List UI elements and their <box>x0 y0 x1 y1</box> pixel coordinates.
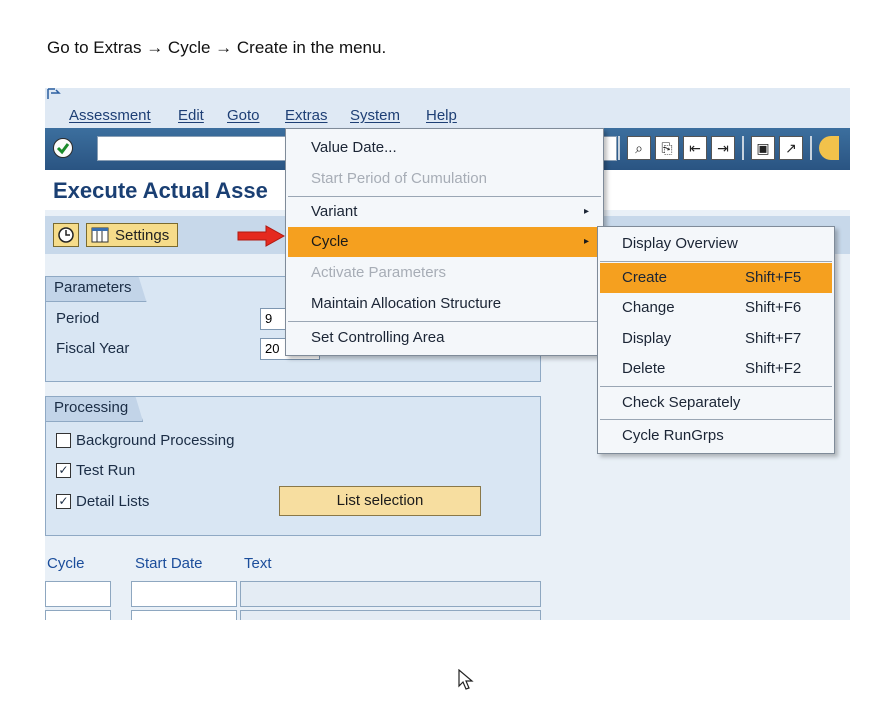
menu-assessment[interactable]: Assessment <box>69 107 151 124</box>
first-page-icon[interactable]: ⇤ <box>683 136 707 160</box>
processing-group: Processing Background Processing ✓ Test … <box>45 396 541 536</box>
test-run-checkbox[interactable]: ✓ <box>56 463 71 478</box>
submenu-item-label: Delete <box>622 360 666 377</box>
enter-icon[interactable] <box>53 138 73 158</box>
submenu-item-shortcut: Shift+F6 <box>745 299 802 316</box>
toolbar-icons: ⌕ ⎘ ⇤ ⇥ ▣ ↗ <box>615 136 839 162</box>
menu-item-variant[interactable]: Variant ▸ <box>288 197 601 227</box>
menu-separator <box>600 419 832 420</box>
submenu-item-display-overview[interactable]: Display Overview <box>600 229 832 259</box>
execute-button[interactable] <box>53 223 79 247</box>
submenu-item-shortcut: Shift+F5 <box>745 269 802 286</box>
test-run-row[interactable]: ✓ Test Run <box>56 462 135 479</box>
submenu-item-label: Display Overview <box>622 235 738 252</box>
column-header-start-date: Start Date <box>135 555 203 572</box>
last-page-icon[interactable]: ⇥ <box>711 136 735 160</box>
toolbar-separator <box>742 136 744 160</box>
cycle-cell[interactable] <box>45 610 111 620</box>
red-arrow-icon <box>237 225 286 247</box>
toolbar-separator <box>618 136 620 160</box>
cycle-cell[interactable] <box>45 581 111 607</box>
menu-item-label: Start Period of Cumulation <box>311 170 487 187</box>
menu-bar: Assessment Edit Goto Extras System Help <box>45 88 850 128</box>
submenu-item-shortcut: Shift+F7 <box>745 330 802 347</box>
submenu-item-label: Cycle RunGrps <box>622 427 724 444</box>
menu-separator <box>288 321 601 322</box>
submenu-item-delete[interactable]: Delete Shift+F2 <box>600 354 832 384</box>
menu-system[interactable]: System <box>350 107 400 124</box>
background-processing-label: Background Processing <box>76 432 235 449</box>
menu-item-value-date[interactable]: Value Date... <box>288 133 601 163</box>
cycle-submenu: Display Overview Create Shift+F5 Change Sh… <box>597 226 835 454</box>
shortcut-icon[interactable]: ↗ <box>779 136 803 160</box>
column-header-text: Text <box>244 555 272 572</box>
toolbar-separator <box>810 136 812 160</box>
detail-lists-row[interactable]: ✓ Detail Lists <box>56 493 149 510</box>
find-next-icon[interactable]: ⎘ <box>655 136 679 160</box>
submenu-item-label: Check Separately <box>622 394 741 411</box>
instruction-text: Go to Extras → Cycle → Create in the men… <box>47 38 387 57</box>
submenu-arrow-icon: ▸ <box>583 206 589 217</box>
start-date-cell[interactable] <box>131 581 237 607</box>
menu-item-maintain-allocation[interactable]: Maintain Allocation Structure <box>288 289 601 319</box>
execute-icon <box>58 227 74 243</box>
extras-dropdown-menu: Value Date... Start Period of Cumulation… <box>285 128 604 356</box>
text-cell <box>240 610 541 620</box>
menu-item-label: Value Date... <box>311 139 397 156</box>
menu-item-label: Variant <box>311 203 358 220</box>
background-processing-checkbox[interactable] <box>56 433 71 448</box>
submenu-arrow-icon: ▸ <box>583 236 589 247</box>
new-session-icon[interactable]: ▣ <box>751 136 775 160</box>
settings-label: Settings <box>115 226 170 244</box>
parameters-group-label: Parameters <box>45 276 147 302</box>
processing-group-label: Processing <box>45 396 144 422</box>
menu-item-cycle[interactable]: Cycle ▸ <box>288 227 601 257</box>
submenu-item-change[interactable]: Change Shift+F6 <box>600 293 832 323</box>
text-cell <box>240 581 541 607</box>
menu-edit[interactable]: Edit <box>178 107 204 124</box>
background-processing-row[interactable]: Background Processing <box>56 432 234 449</box>
page-title: Execute Actual Asse <box>53 178 268 203</box>
menu-item-start-period: Start Period of Cumulation <box>288 164 601 194</box>
find-icon[interactable]: ⌕ <box>627 136 651 160</box>
help-icon[interactable] <box>819 136 839 160</box>
submenu-item-label: Change <box>622 299 675 316</box>
submenu-item-label: Create <box>622 269 668 286</box>
submenu-item-create[interactable]: Create Shift+F5 <box>600 263 832 293</box>
list-selection-button[interactable]: List selection <box>279 486 481 516</box>
submenu-item-check-separately[interactable]: Check Separately <box>600 388 832 418</box>
submenu-item-shortcut: Shift+F2 <box>745 360 802 377</box>
submenu-item-display[interactable]: Display Shift+F7 <box>600 324 832 354</box>
menu-extras[interactable]: Extras <box>285 107 328 124</box>
submenu-item-cycle-rungrps[interactable]: Cycle RunGrps <box>600 421 832 451</box>
settings-icon <box>91 227 109 243</box>
menu-item-activate-parameters: Activate Parameters <box>288 258 601 288</box>
mouse-cursor-icon <box>458 669 474 690</box>
menu-item-label: Maintain Allocation Structure <box>311 295 502 312</box>
menu-item-label: Set Controlling Area <box>311 329 445 346</box>
detail-lists-label: Detail Lists <box>76 493 150 510</box>
period-label: Period <box>56 310 100 327</box>
test-run-label: Test Run <box>76 462 136 479</box>
menu-item-label: Activate Parameters <box>311 264 447 281</box>
fiscal-year-label: Fiscal Year <box>56 340 130 357</box>
start-date-cell[interactable] <box>131 610 237 620</box>
submenu-item-label: Display <box>622 330 672 347</box>
sap-menu-icon[interactable] <box>47 88 61 100</box>
menu-item-label: Cycle <box>311 233 349 250</box>
menu-separator <box>600 386 832 387</box>
menu-item-set-controlling-area[interactable]: Set Controlling Area <box>288 323 601 353</box>
menu-separator <box>600 261 832 262</box>
detail-lists-checkbox[interactable]: ✓ <box>56 494 71 509</box>
menu-help[interactable]: Help <box>426 107 457 124</box>
menu-goto[interactable]: Goto <box>227 107 260 124</box>
column-header-cycle: Cycle <box>47 555 85 572</box>
settings-button[interactable]: Settings <box>86 223 179 247</box>
